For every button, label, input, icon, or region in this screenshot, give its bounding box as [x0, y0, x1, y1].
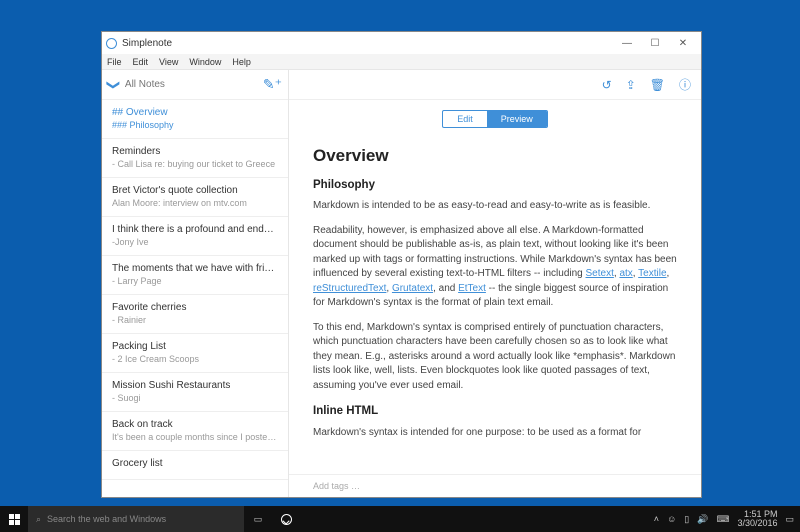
- note-item[interactable]: I think there is a profound and enduri… -…: [102, 217, 288, 256]
- search-input[interactable]: [125, 79, 263, 90]
- edit-tab[interactable]: Edit: [443, 111, 487, 127]
- link-grutatext[interactable]: Grutatext: [392, 283, 433, 294]
- note-title: The moments that we have with friend…: [112, 263, 278, 274]
- note-item[interactable]: Packing List - 2 Ice Cream Scoops: [102, 334, 288, 373]
- note-item[interactable]: Mission Sushi Restaurants - Suogi: [102, 373, 288, 412]
- menu-view[interactable]: View: [159, 57, 178, 67]
- doc-p3: To this end, Markdown's syntax is compri…: [313, 321, 677, 394]
- note-item[interactable]: Back on track It's been a couple months s…: [102, 412, 288, 451]
- app-title: Simplenote: [122, 38, 172, 49]
- note-subtitle: - Call Lisa re: buying our ticket to Gre…: [112, 159, 278, 169]
- note-item[interactable]: Favorite cherries - Rainier: [102, 295, 288, 334]
- info-icon[interactable]: ⓘ: [679, 76, 691, 93]
- windows-icon: [9, 514, 20, 525]
- doc-p1: Markdown is intended to be as easy-to-re…: [313, 199, 677, 214]
- menu-edit[interactable]: Edit: [133, 57, 149, 67]
- note-item[interactable]: The moments that we have with friend… - L…: [102, 256, 288, 295]
- note-title: Bret Victor's quote collection: [112, 185, 278, 196]
- sidebar: ❯ ✎⁺ ## Overview ### Philosophy Reminders -…: [102, 70, 289, 497]
- tray-network-icon[interactable]: ▯: [684, 514, 689, 525]
- note-title: Grocery list: [112, 458, 278, 469]
- note-subtitle: It's been a couple months since I posted…: [112, 432, 278, 442]
- doc-h1: Overview: [313, 144, 677, 169]
- link-restructuredtext[interactable]: reStructuredText: [313, 283, 386, 294]
- notifications-icon[interactable]: ▭: [785, 514, 794, 525]
- doc-p4: Markdown's syntax is intended for one pu…: [313, 426, 677, 441]
- menu-file[interactable]: File: [107, 57, 122, 67]
- note-subtitle: -Jony Ive: [112, 237, 278, 247]
- app-icon: [106, 38, 117, 49]
- history-icon[interactable]: ↺: [602, 78, 612, 92]
- link-textile[interactable]: Textile: [638, 268, 666, 279]
- share-icon[interactable]: ⇪: [626, 78, 636, 92]
- note-title: Mission Sushi Restaurants: [112, 380, 278, 391]
- task-view-icon[interactable]: ▭: [244, 506, 272, 532]
- note-title: Packing List: [112, 341, 278, 352]
- doc-p2: Readability, however, is emphasized abov…: [313, 224, 677, 311]
- titlebar: Simplenote — ☐ ✕: [102, 32, 701, 54]
- note-item[interactable]: Reminders - Call Lisa re: buying our tick…: [102, 139, 288, 178]
- note-title: Back on track: [112, 419, 278, 430]
- close-button[interactable]: ✕: [669, 38, 697, 49]
- note-subtitle: - Larry Page: [112, 276, 278, 286]
- note-list: ## Overview ### Philosophy Reminders - Call…: [102, 100, 288, 497]
- note-subtitle: Alan Moore: interview on mtv.com: [112, 198, 278, 208]
- note-subtitle: - Suogi: [112, 393, 278, 403]
- trash-icon[interactable]: 🗑: [650, 78, 665, 92]
- note-item[interactable]: Grocery list: [102, 451, 288, 480]
- taskbar-search[interactable]: ⌕Search the web and Windows: [28, 506, 244, 532]
- note-title: Reminders: [112, 146, 278, 157]
- doc-h2-philosophy: Philosophy: [313, 177, 677, 194]
- note-subtitle: ### Philosophy: [112, 120, 278, 130]
- menubar: File Edit View Window Help: [102, 54, 701, 70]
- start-button[interactable]: [0, 514, 28, 525]
- note-subtitle: - 2 Ice Cream Scoops: [112, 354, 278, 364]
- link-atx[interactable]: atx: [619, 268, 632, 279]
- taskbar-clock[interactable]: 1:51 PM 3/30/2016: [737, 510, 777, 528]
- note-item[interactable]: ## Overview ### Philosophy: [102, 100, 288, 139]
- taskbar: ⌕Search the web and Windows ▭ ˄ ☺ ▯ 🔊 ⌨ …: [0, 506, 800, 532]
- doc-h2-inline: Inline HTML: [313, 403, 677, 420]
- tag-icon[interactable]: ❯: [105, 79, 121, 90]
- new-note-button[interactable]: ✎⁺: [263, 76, 282, 93]
- note-subtitle: - Rainier: [112, 315, 278, 325]
- document-preview: Overview Philosophy Markdown is intended…: [289, 134, 701, 474]
- app-window: Simplenote — ☐ ✕ File Edit View Window H…: [101, 31, 702, 498]
- note-title: Favorite cherries: [112, 302, 278, 313]
- note-item[interactable]: Bret Victor's quote collection Alan Moore…: [102, 178, 288, 217]
- menu-help[interactable]: Help: [232, 57, 251, 67]
- tray-people-icon[interactable]: ☺: [667, 514, 676, 524]
- mode-toggle: Edit Preview: [442, 110, 548, 128]
- system-tray: ˄ ☺ ▯ 🔊 ⌨ 1:51 PM 3/30/2016 ▭: [654, 510, 800, 528]
- link-setext[interactable]: Setext: [586, 268, 614, 279]
- main-pane: ↺ ⇪ 🗑 ⓘ Edit Preview Overview Philosophy…: [289, 70, 701, 497]
- tray-chevron-icon[interactable]: ˄: [654, 514, 659, 524]
- tray-volume-icon[interactable]: 🔊: [697, 514, 708, 525]
- note-title: I think there is a profound and enduri…: [112, 224, 278, 235]
- tag-input[interactable]: Add tags …: [289, 474, 701, 497]
- tray-keyboard-icon[interactable]: ⌨: [716, 514, 729, 525]
- taskbar-app-simplenote[interactable]: [272, 506, 300, 532]
- maximize-button[interactable]: ☐: [641, 38, 669, 49]
- preview-tab[interactable]: Preview: [487, 111, 547, 127]
- note-toolbar: ↺ ⇪ 🗑 ⓘ: [289, 70, 701, 100]
- minimize-button[interactable]: —: [613, 38, 641, 49]
- link-ettext[interactable]: EtText: [458, 283, 486, 294]
- note-title: ## Overview: [112, 107, 278, 118]
- menu-window[interactable]: Window: [189, 57, 221, 67]
